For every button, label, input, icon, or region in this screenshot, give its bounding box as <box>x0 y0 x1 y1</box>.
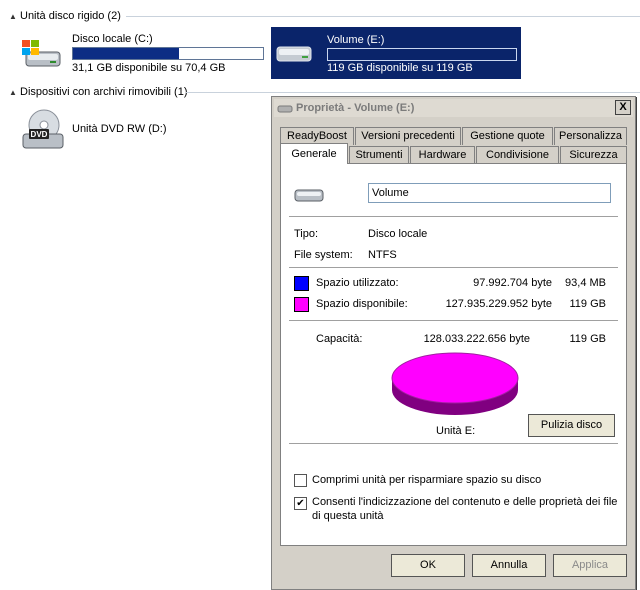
index-label-line1: Consenti l'indicizzazione del contenuto … <box>312 496 618 508</box>
drive-c-space: 31,1 GB disponibile su 70,4 GB <box>72 62 226 74</box>
drive-icon <box>294 189 324 202</box>
collapse-arrow-icon[interactable]: ▲ <box>9 12 17 21</box>
drive-small-icon <box>277 105 293 113</box>
disk-usage-pie-chart <box>391 352 519 415</box>
drive-d-name: Unità DVD RW (D:) <box>72 123 167 135</box>
index-label-line2: di questa unità <box>312 510 384 522</box>
tab-versioni-precedenti[interactable]: Versioni precedenti <box>355 127 461 145</box>
used-space-swatch <box>294 276 309 291</box>
pie-free-slice <box>391 352 519 404</box>
ok-button[interactable]: OK <box>391 554 465 577</box>
dialog-title: Proprietà - Volume (E:) <box>296 102 415 114</box>
tab-personalizza[interactable]: Personalizza <box>554 127 627 145</box>
tab-generale[interactable]: Generale <box>280 143 348 164</box>
tab-hardware[interactable]: Hardware <box>410 146 475 164</box>
general-tab-panel: Volume Tipo: Disco locale File system: N… <box>280 163 627 546</box>
group-title: Unità disco rigido (2) <box>20 10 121 22</box>
free-space-size: 119 GB <box>569 298 607 310</box>
hard-drive-icon <box>276 46 312 62</box>
group-header-hard-drives[interactable]: ▲ Unità disco rigido (2) <box>0 8 640 24</box>
drive-e-name: Volume (E:) <box>327 34 385 46</box>
apply-button[interactable]: Applica <box>553 554 627 577</box>
filesystem-label: File system: <box>294 249 353 261</box>
index-checkbox[interactable]: ✔ <box>294 497 307 510</box>
tab-sicurezza[interactable]: Sicurezza <box>560 146 627 164</box>
drive-c-usage-bar <box>72 47 264 60</box>
filesystem-value: NTFS <box>368 249 397 261</box>
free-space-swatch <box>294 297 309 312</box>
capacity-bytes: 128.033.222.656 byte <box>423 333 530 345</box>
separator <box>289 443 618 445</box>
properties-dialog: Proprietà - Volume (E:) X ReadyBoost Ver… <box>271 96 636 590</box>
hard-drive-windows-icon <box>22 40 61 67</box>
drive-e-usage-bar <box>327 48 517 61</box>
dvd-icon-label: DVD <box>31 130 48 139</box>
type-value: Disco locale <box>368 228 428 240</box>
volume-name-input[interactable]: Volume <box>368 183 611 203</box>
separator <box>289 320 618 322</box>
cancel-button[interactable]: Annulla <box>472 554 546 577</box>
group-title: Dispositivi con archivi rimovibili (1) <box>20 86 188 98</box>
separator <box>289 267 618 269</box>
drive-letter-label: Unità E: <box>436 425 476 437</box>
collapse-arrow-icon[interactable]: ▲ <box>9 88 17 97</box>
tab-condivisione[interactable]: Condivisione <box>476 146 559 164</box>
compress-checkbox[interactable] <box>294 474 307 487</box>
free-space-label: Spazio disponibile: <box>316 298 408 310</box>
dvd-drive-icon: DVD <box>22 109 64 149</box>
drive-c-usage-fill <box>73 48 180 59</box>
close-button[interactable]: X <box>615 100 631 115</box>
drive-e-item[interactable]: Volume (E:) 119 GB disponibile su 119 GB <box>271 27 521 79</box>
tab-strumenti[interactable]: Strumenti <box>349 146 409 164</box>
drive-d-item[interactable]: DVD Unità DVD RW (D:) <box>16 104 266 156</box>
compress-label: Comprimi unità per risparmiare spazio su… <box>312 474 542 486</box>
disk-cleanup-button[interactable]: Pulizia disco <box>528 414 615 437</box>
capacity-size: 119 GB <box>569 333 607 345</box>
drive-c-name: Disco locale (C:) <box>72 33 153 45</box>
group-divider <box>126 16 640 17</box>
capacity-label: Capacità: <box>316 333 363 345</box>
separator <box>289 216 618 218</box>
drive-e-space: 119 GB disponibile su 119 GB <box>327 62 473 74</box>
group-divider <box>186 92 640 93</box>
drive-c-item[interactable]: Disco locale (C:) 31,1 GB disponibile su… <box>16 30 266 78</box>
dialog-titlebar[interactable]: Proprietà - Volume (E:) X <box>274 99 633 117</box>
tab-gestione-quote[interactable]: Gestione quote <box>462 127 553 145</box>
type-label: Tipo: <box>294 228 319 240</box>
used-space-label: Spazio utilizzato: <box>316 277 399 289</box>
free-space-bytes: 127.935.229.952 byte <box>445 298 552 310</box>
used-space-bytes: 97.992.704 byte <box>473 277 552 289</box>
used-space-size: 93,4 MB <box>565 277 606 289</box>
